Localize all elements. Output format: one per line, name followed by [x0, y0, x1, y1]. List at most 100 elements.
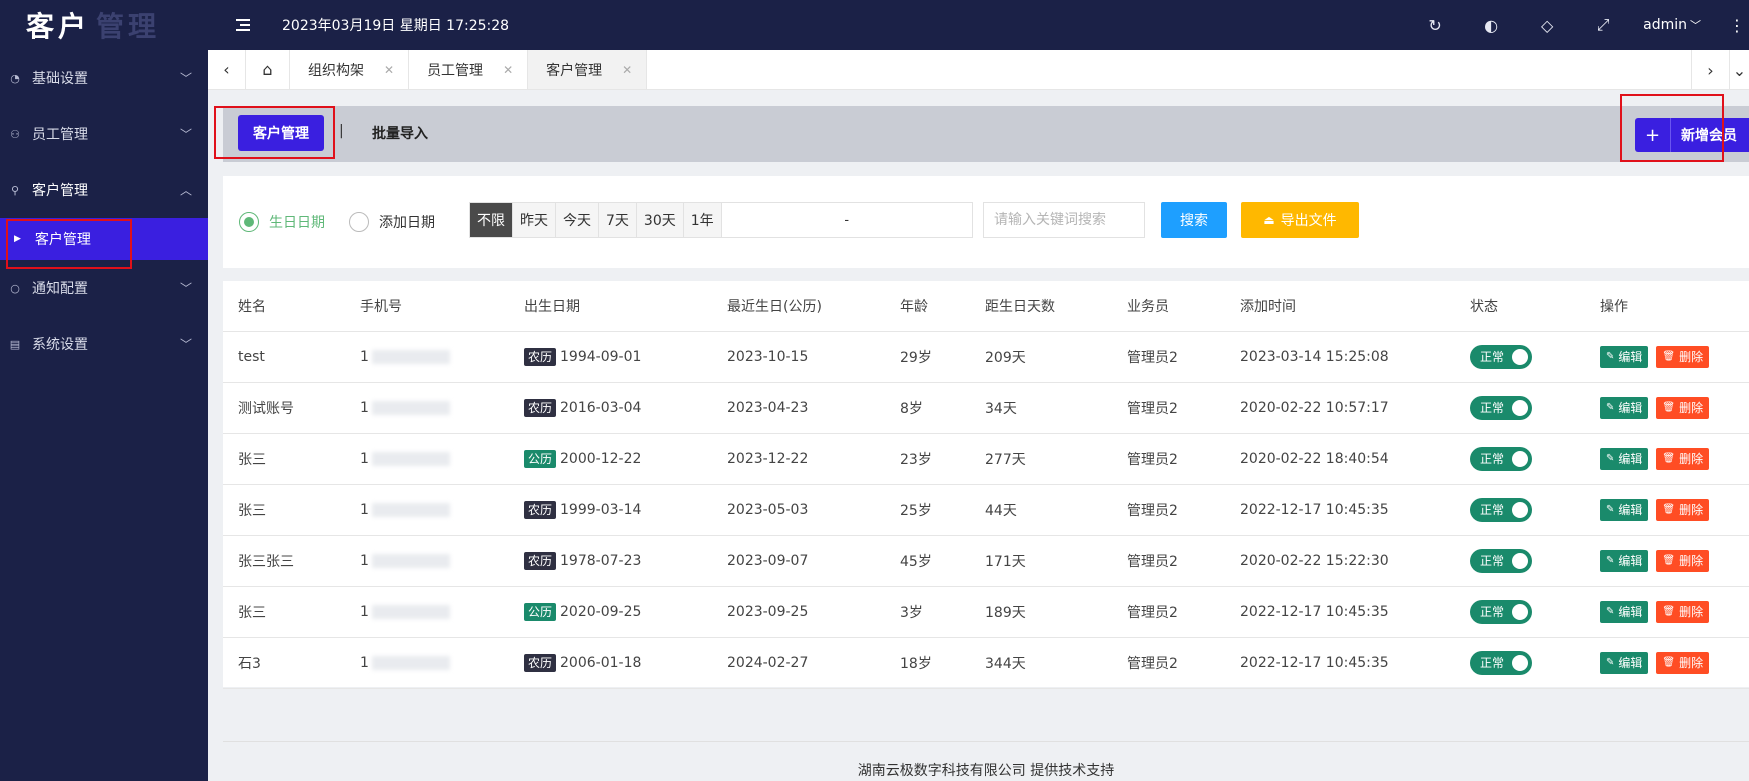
cell-status: 正常 — [1455, 586, 1585, 638]
theme-icon[interactable]: ◐ — [1463, 16, 1519, 35]
close-icon[interactable]: ✕ — [503, 63, 513, 77]
home-icon[interactable]: ⌂ — [246, 50, 290, 89]
fullscreen-icon[interactable]: ⤢ — [1575, 15, 1631, 35]
radio-unchecked-icon — [349, 212, 369, 232]
range-today[interactable]: 今天 — [556, 203, 599, 237]
tab-customers[interactable]: 客户管理 ✕ — [528, 50, 648, 89]
edit-button[interactable]: ✎ 编辑 — [1600, 498, 1649, 521]
range-30days[interactable]: 30天 — [636, 203, 684, 237]
close-icon[interactable]: ✕ — [384, 63, 394, 77]
column-header: 姓名 — [223, 281, 345, 332]
search-button[interactable]: 搜索 — [1161, 202, 1227, 238]
delete-button[interactable]: 🗑 删除 — [1656, 396, 1710, 419]
phone-blur — [371, 349, 450, 364]
status-toggle[interactable]: 正常 — [1470, 650, 1532, 675]
status-toggle[interactable]: 正常 — [1470, 497, 1532, 522]
edit-button[interactable]: ✎ 编辑 — [1600, 447, 1649, 470]
chevron-down-icon: ﹀ — [179, 281, 192, 296]
edit-button[interactable]: ✎ 编辑 — [1600, 600, 1649, 623]
status-toggle[interactable]: 正常 — [1470, 599, 1532, 624]
app-logo: 客户 管理 — [0, 0, 208, 50]
export-button[interactable]: ⏏ 导出文件 — [1241, 202, 1359, 238]
edit-label: 编辑 — [1618, 656, 1643, 670]
edit-label: 编辑 — [1618, 401, 1643, 415]
cell-phone: 1 — [345, 331, 509, 383]
tab-staff[interactable]: 员工管理 ✕ — [409, 50, 529, 89]
column-header: 年龄 — [885, 281, 970, 332]
sidebar-item-label: 员工管理 — [32, 127, 88, 143]
close-icon[interactable]: ✕ — [622, 63, 632, 77]
status-toggle[interactable]: 正常 — [1470, 446, 1532, 471]
range-yesterday[interactable]: 昨天 — [513, 203, 556, 237]
cell-days-until-birthday: 209天 — [970, 331, 1112, 383]
status-toggle[interactable]: 正常 — [1470, 344, 1532, 369]
chevron-down-icon[interactable]: ⌄ — [1729, 50, 1749, 90]
export-label: 导出文件 — [1280, 213, 1337, 229]
cell-status: 正常 — [1455, 382, 1585, 434]
filter-panel: 生日日期 添加日期 不限 昨天 今天 7天 30天 1年 - 搜索 ⏏ 导出文件 — [223, 176, 1749, 268]
sidebar-item-customers[interactable]: ⚲ 客户管理 ︿ — [0, 162, 208, 218]
user-menu[interactable]: admin ﹀ — [1643, 17, 1701, 33]
radio-birthday-date[interactable]: 生日日期 — [239, 212, 325, 232]
header-actions: ↻ ◐ ◇ ⤢ admin ﹀ ⋮ — [1407, 0, 1749, 50]
refresh-icon[interactable]: ↻ — [1407, 16, 1463, 35]
delete-button[interactable]: 🗑 删除 — [1656, 600, 1710, 623]
birth-date: 2016-03-04 — [560, 399, 642, 416]
status-toggle[interactable]: 正常 — [1470, 548, 1532, 573]
add-member-button[interactable]: + 新增会员 — [1635, 118, 1749, 152]
chevron-down-icon: ﹀ — [1690, 19, 1701, 32]
date-range-input[interactable]: - — [721, 203, 972, 237]
status-label: 正常 — [1480, 401, 1505, 415]
tag-icon[interactable]: ◇ — [1519, 16, 1575, 35]
cell-days-until-birthday: 189天 — [970, 586, 1112, 638]
edit-button[interactable]: ✎ 编辑 — [1600, 549, 1649, 572]
status-toggle[interactable]: 正常 — [1470, 395, 1532, 420]
cell-added-time: 2022-12-17 10:45:35 — [1225, 586, 1455, 638]
sidebar-item-notifications[interactable]: ○ 通知配置 ﹀ — [0, 260, 208, 316]
sidebar-item-basic-settings[interactable]: ◔ 基础设置 ﹀ — [0, 50, 208, 106]
phone-masked: 1 — [360, 400, 450, 416]
menu-toggle-icon[interactable] — [236, 19, 258, 31]
edit-button[interactable]: ✎ 编辑 — [1600, 345, 1649, 368]
range-all[interactable]: 不限 — [470, 203, 513, 237]
table-row: 张三 1 公历 2000-12-22 2023-12-22 23岁 277天 管理员2 2020… — [223, 433, 1749, 485]
delete-button[interactable]: 🗑 删除 — [1656, 651, 1710, 674]
range-7days[interactable]: 7天 — [599, 203, 637, 237]
toolbar-separator: | — [339, 123, 344, 139]
chevron-right-icon[interactable]: › — [1691, 50, 1729, 90]
more-icon[interactable]: ⋮ — [1729, 16, 1745, 35]
tab-organization[interactable]: 组织构架 ✕ — [290, 50, 410, 89]
radio-added-date[interactable]: 添加日期 — [349, 212, 435, 232]
chevron-left-icon[interactable]: ‹ — [208, 50, 246, 89]
logo-text-primary: 客户 — [26, 10, 91, 43]
edit-button[interactable]: ✎ 编辑 — [1600, 651, 1649, 674]
table-row: 张三张三 1 农历 1978-07-23 2023-09-07 45岁 171天 管理员2 20… — [223, 535, 1749, 587]
cell-birth-date: 农历 1994-09-01 — [509, 331, 712, 383]
range-1year[interactable]: 1年 — [683, 203, 722, 237]
cell-salesperson: 管理员2 — [1112, 637, 1225, 689]
sidebar-item-staff[interactable]: ⚇ 员工管理 ﹀ — [0, 106, 208, 162]
cell-next-birthday: 2023-12-22 — [712, 433, 885, 485]
radio-label: 生日日期 — [269, 215, 325, 231]
delete-button[interactable]: 🗑 删除 — [1656, 447, 1710, 470]
footer-text: 湖南云极数字科技有限公司 提供技术支持 — [857, 763, 1115, 779]
delete-button[interactable]: 🗑 删除 — [1656, 549, 1710, 572]
calendar-type-badge: 公历 — [524, 602, 557, 621]
cell-birth-date: 农历 1978-07-23 — [509, 535, 712, 587]
customer-management-button[interactable]: 客户管理 — [238, 115, 324, 151]
cell-name: 张三 — [223, 586, 345, 638]
cell-age: 23岁 — [885, 433, 970, 485]
cell-salesperson: 管理员2 — [1112, 331, 1225, 383]
calendar-type-badge: 农历 — [524, 551, 557, 570]
batch-import-link[interactable]: 批量导入 — [372, 123, 428, 143]
cell-salesperson: 管理员2 — [1112, 484, 1225, 536]
delete-button[interactable]: 🗑 删除 — [1656, 498, 1710, 521]
sidebar-subitem-customer-management[interactable]: ▶ 客户管理 — [0, 218, 208, 260]
edit-button[interactable]: ✎ 编辑 — [1600, 396, 1649, 419]
delete-button[interactable]: 🗑 删除 — [1656, 345, 1710, 368]
cell-status: 正常 — [1455, 637, 1585, 689]
sidebar-item-system-settings[interactable]: ▤ 系统设置 ﹀ — [0, 316, 208, 372]
keyword-search-input[interactable] — [983, 202, 1145, 238]
calendar-type-badge: 农历 — [524, 347, 557, 366]
pencil-icon: ✎ — [1606, 606, 1615, 617]
